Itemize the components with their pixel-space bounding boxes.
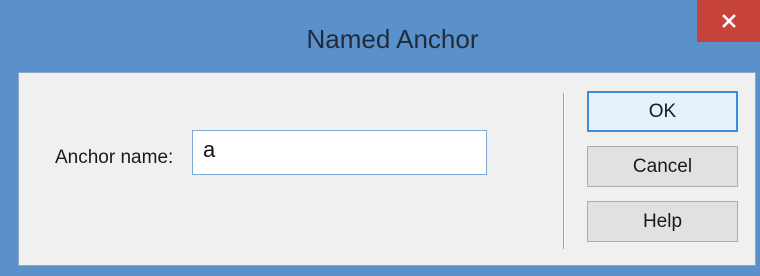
cancel-button[interactable]: Cancel bbox=[587, 146, 738, 187]
dialog-body: Anchor name: a OK Cancel Help bbox=[18, 72, 756, 266]
named-anchor-dialog: Named Anchor Anchor name: a OK Cancel He… bbox=[0, 0, 760, 276]
close-icon bbox=[721, 14, 736, 28]
anchor-name-input[interactable]: a bbox=[192, 130, 487, 175]
title-bar[interactable]: Named Anchor bbox=[0, 0, 760, 72]
ok-button[interactable]: OK bbox=[587, 91, 738, 132]
vertical-divider bbox=[563, 93, 565, 249]
dialog-title: Named Anchor bbox=[306, 24, 479, 54]
help-button[interactable]: Help bbox=[587, 201, 738, 242]
close-button[interactable] bbox=[697, 0, 760, 42]
anchor-name-label: Anchor name: bbox=[55, 147, 174, 168]
